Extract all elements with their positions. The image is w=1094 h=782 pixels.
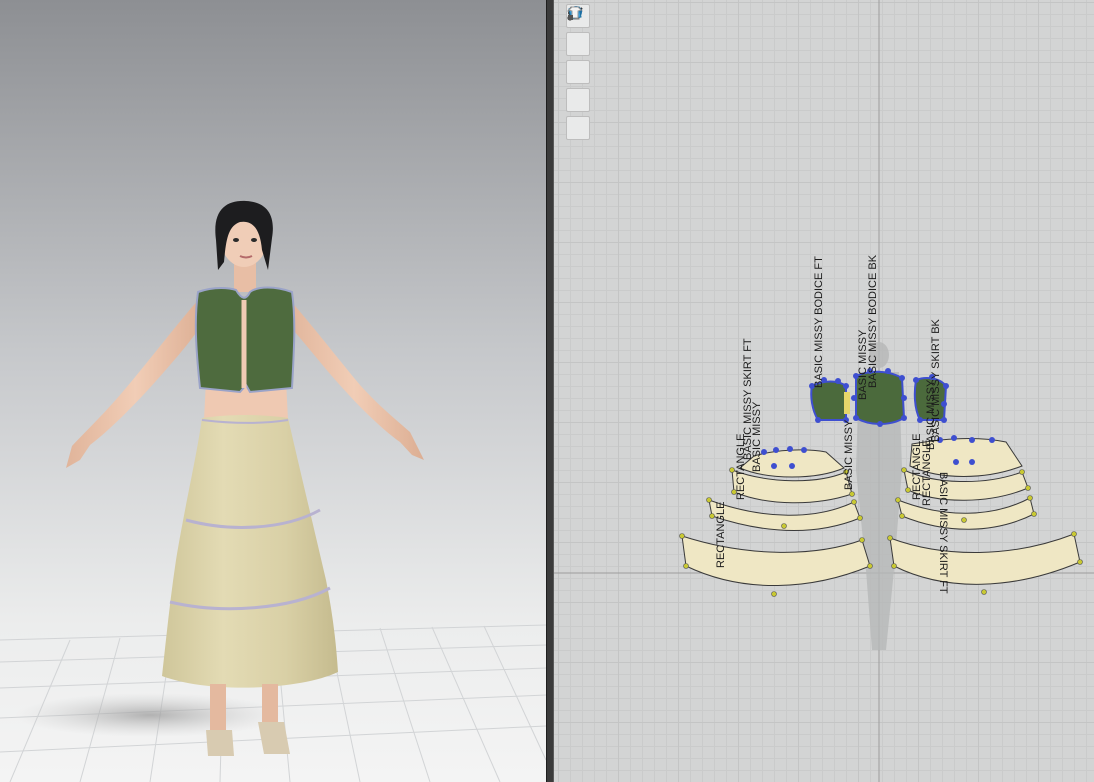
pattern-canvas: BASIC MISSY BODICE FT BASIC MISSY BODICE… (554, 0, 1094, 782)
lock-garment-icon[interactable] (566, 6, 590, 140)
2d-pattern-window[interactable]: BASIC MISSY BODICE FT BASIC MISSY BODICE… (554, 0, 1094, 782)
label-overlap-4: BASIC MISSY (857, 329, 869, 400)
2d-toolbar: i (566, 4, 592, 140)
3d-scene (0, 0, 546, 782)
label-bodice-ft: BASIC MISSY BODICE FT (813, 256, 825, 388)
viewport-splitter[interactable] (546, 0, 554, 782)
pattern-labels: BASIC MISSY BODICE FT BASIC MISSY BODICE… (715, 254, 949, 594)
label-overlap-1: BASIC MISSY (751, 401, 763, 472)
garment-icon[interactable] (566, 6, 590, 56)
app-window: BASIC MISSY BODICE FT BASIC MISSY BODICE… (0, 0, 1094, 782)
label-rectangle-2: RECTANGLE (735, 434, 747, 500)
texture-icon[interactable] (566, 6, 590, 112)
avatar-shadow (15, 693, 285, 737)
3d-viewport[interactable] (0, 0, 546, 782)
info-icon[interactable]: i (566, 6, 590, 84)
label-rectangle-1: RECTANGLE (715, 502, 727, 568)
label-overlap-3: BASIC MISSY SKIRT FT (937, 472, 949, 594)
label-overlap-2: BASIC MISSY (843, 419, 855, 490)
label-overlap-5: BASIC MISSY (925, 379, 937, 450)
